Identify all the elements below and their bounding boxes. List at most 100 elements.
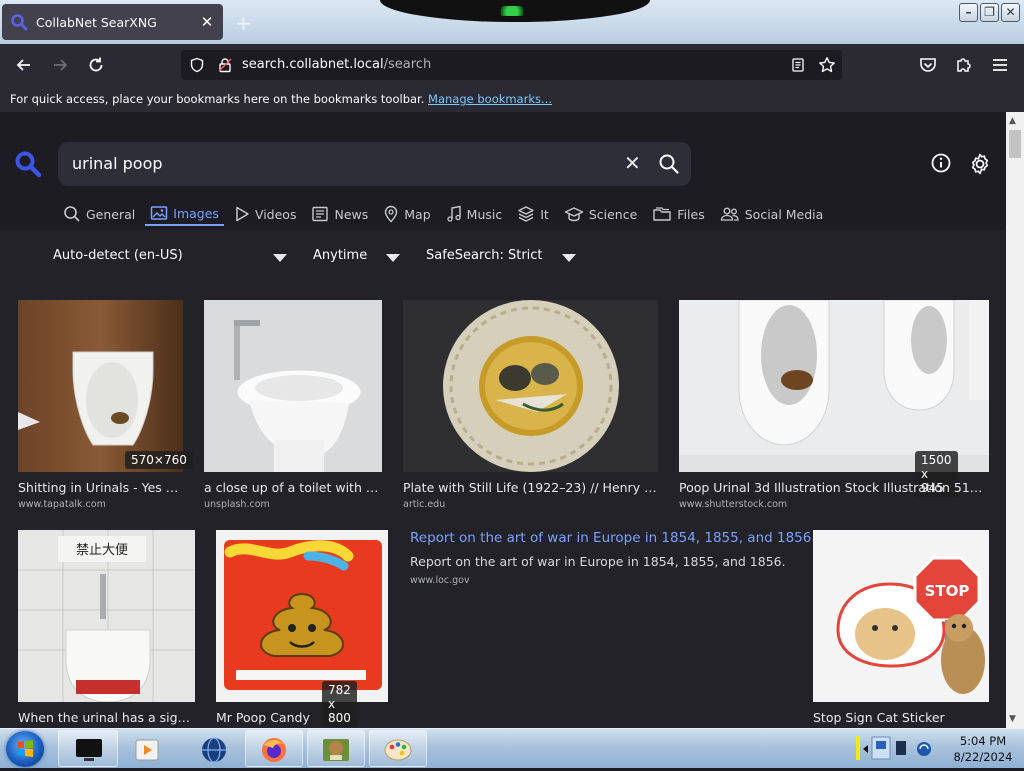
result-title[interactable]: When the urinal has a sign t... <box>18 710 195 725</box>
tab-files[interactable]: Files <box>647 202 709 226</box>
files-icon <box>653 207 671 221</box>
result-title[interactable]: Mr Poop Candy <box>216 710 388 725</box>
searxng-logo-icon <box>11 14 28 31</box>
clear-search-icon[interactable]: ✕ <box>624 151 641 175</box>
reload-icon[interactable] <box>86 55 106 75</box>
result-thumbnail[interactable] <box>403 300 658 472</box>
result-thumbnail[interactable] <box>204 300 382 472</box>
tab-videos[interactable]: Videos <box>229 202 302 226</box>
tab-news[interactable]: News <box>306 202 373 226</box>
back-arrow-icon[interactable] <box>14 55 34 75</box>
bookmarks-toolbar: For quick access, place your bookmarks h… <box>0 86 1024 112</box>
close-window-button[interactable]: ✕ <box>1001 3 1020 22</box>
text-result: Report on the art of war in Europe in 18… <box>410 530 816 586</box>
music-note-icon <box>447 205 461 222</box>
tab-map[interactable]: Map <box>378 202 435 226</box>
result-thumbnail[interactable] <box>216 530 388 702</box>
search-submit-icon[interactable] <box>658 153 680 175</box>
search-results-page: urinal poop ✕ General Images Videos News… <box>0 112 1006 728</box>
image-dimensions: 570×760 <box>125 451 193 469</box>
result-content: Report on the art of war in Europe in 18… <box>410 554 786 569</box>
layers-icon <box>518 206 534 222</box>
windows-logo-icon <box>17 740 33 757</box>
result-title[interactable]: Plate with Still Life (1922–23) // Henry… <box>403 480 659 495</box>
clock-date: 8/22/2024 <box>953 750 1013 764</box>
search-header: urinal poop ✕ General Images Videos News… <box>0 112 1006 230</box>
system-tray: 5:04 PM 8/22/2024 <box>856 729 1024 769</box>
scrollbar-thumb[interactable] <box>1009 130 1021 158</box>
search-filters: Auto-detect (en-US) Anytime SafeSearch: … <box>0 230 1006 286</box>
result-title[interactable]: Shitting in Urinals - Yes o... <box>18 480 183 495</box>
graduation-cap-icon <box>564 207 584 222</box>
result-thumbnail[interactable] <box>18 300 183 472</box>
chevron-down-icon[interactable] <box>386 254 400 262</box>
result-source: unsplash.com <box>204 499 270 510</box>
reader-view-icon[interactable] <box>790 57 806 73</box>
result-source: www.shutterstock.com <box>679 499 788 510</box>
result-thumbnail[interactable]: 禁止大便 <box>18 530 195 702</box>
sign-text: 禁止大便 <box>76 543 128 558</box>
scroll-up-arrow-icon[interactable]: ▲ <box>1009 116 1016 126</box>
tab-science[interactable]: Science <box>559 202 642 226</box>
minimize-window-button[interactable]: – <box>959 3 978 22</box>
play-icon <box>236 206 249 222</box>
safesearch-select[interactable]: SafeSearch: Strict <box>426 248 543 263</box>
result-title-link[interactable]: Report on the art of war in Europe in 18… <box>410 530 816 546</box>
hamburger-menu-icon[interactable] <box>990 55 1010 75</box>
tab-music[interactable]: Music <box>441 202 508 226</box>
shield-icon[interactable] <box>189 57 205 73</box>
result-title[interactable]: Stop Sign Cat Sticker <box>813 710 989 725</box>
category-tabs: General Images Videos News Map Music It … <box>58 202 833 226</box>
searxng-logo-icon[interactable] <box>14 150 42 178</box>
taskbar-app-globe[interactable] <box>186 730 240 767</box>
result-thumbnail[interactable] <box>679 300 989 472</box>
tab-general[interactable]: General <box>58 202 140 226</box>
url-text[interactable]: search.collabnet.local/search <box>242 57 431 72</box>
result-source: www.tapatalk.com <box>18 499 106 510</box>
browser-tab[interactable]: CollabNet SearXNG ✕ <box>2 4 223 40</box>
insecure-lock-icon[interactable] <box>217 57 233 73</box>
result-title[interactable]: a close up of a toilet with a f... <box>204 480 382 495</box>
bookmarks-message: For quick access, place your bookmarks h… <box>10 92 425 106</box>
close-tab-icon[interactable]: ✕ <box>199 13 215 31</box>
taskbar-app-media-player[interactable] <box>122 730 172 767</box>
pocket-icon[interactable] <box>918 55 938 75</box>
scroll-down-arrow-icon[interactable]: ▼ <box>1009 714 1016 724</box>
monitor-icon <box>76 739 102 761</box>
tab-images[interactable]: Images <box>145 202 224 226</box>
webcam-notch <box>380 0 650 22</box>
taskbar-app-box[interactable] <box>307 730 365 767</box>
clock-time: 5:04 PM <box>959 734 1007 748</box>
result-title[interactable]: Poop Urinal 3d Illustration Stock Illust… <box>679 480 989 495</box>
tray-expand-arrow-icon <box>863 745 868 753</box>
system-clock[interactable]: 5:04 PM 8/22/2024 <box>948 733 1018 765</box>
taskbar-app-paint[interactable] <box>369 730 427 767</box>
gear-icon[interactable] <box>968 152 992 176</box>
forward-arrow-icon[interactable] <box>50 55 70 75</box>
chevron-down-icon[interactable] <box>562 254 576 262</box>
url-bar[interactable]: search.collabnet.local/search <box>181 50 842 80</box>
tab-it[interactable]: It <box>512 202 554 226</box>
info-icon[interactable] <box>930 152 952 174</box>
search-icon <box>64 206 80 222</box>
extensions-puzzle-icon[interactable] <box>954 55 974 75</box>
new-tab-icon[interactable]: + <box>235 11 252 35</box>
tab-social-media[interactable]: Social Media <box>715 202 829 226</box>
start-button[interactable] <box>6 731 44 767</box>
tray-icons <box>856 736 931 760</box>
page-scrollbar[interactable]: ▲ ▼ <box>1006 112 1024 728</box>
time-range-select[interactable]: Anytime <box>313 248 367 263</box>
bookmark-star-icon[interactable] <box>818 56 836 74</box>
result-thumbnail[interactable]: STOP <box>813 530 989 702</box>
chevron-down-icon[interactable] <box>273 254 287 262</box>
sign-text: STOP <box>925 582 970 600</box>
manage-bookmarks-link[interactable]: Manage bookmarks... <box>428 92 552 106</box>
search-input[interactable]: urinal poop <box>72 154 163 173</box>
result-source: artic.edu <box>403 499 446 510</box>
language-select[interactable]: Auto-detect (en-US) <box>53 248 183 263</box>
search-box[interactable]: urinal poop ✕ <box>58 142 691 186</box>
restore-window-button[interactable]: ❐ <box>980 3 999 22</box>
navigation-toolbar: search.collabnet.local/search <box>0 44 1024 86</box>
taskbar-app-firefox[interactable] <box>245 730 303 767</box>
taskbar-app-terminal[interactable] <box>58 730 118 767</box>
